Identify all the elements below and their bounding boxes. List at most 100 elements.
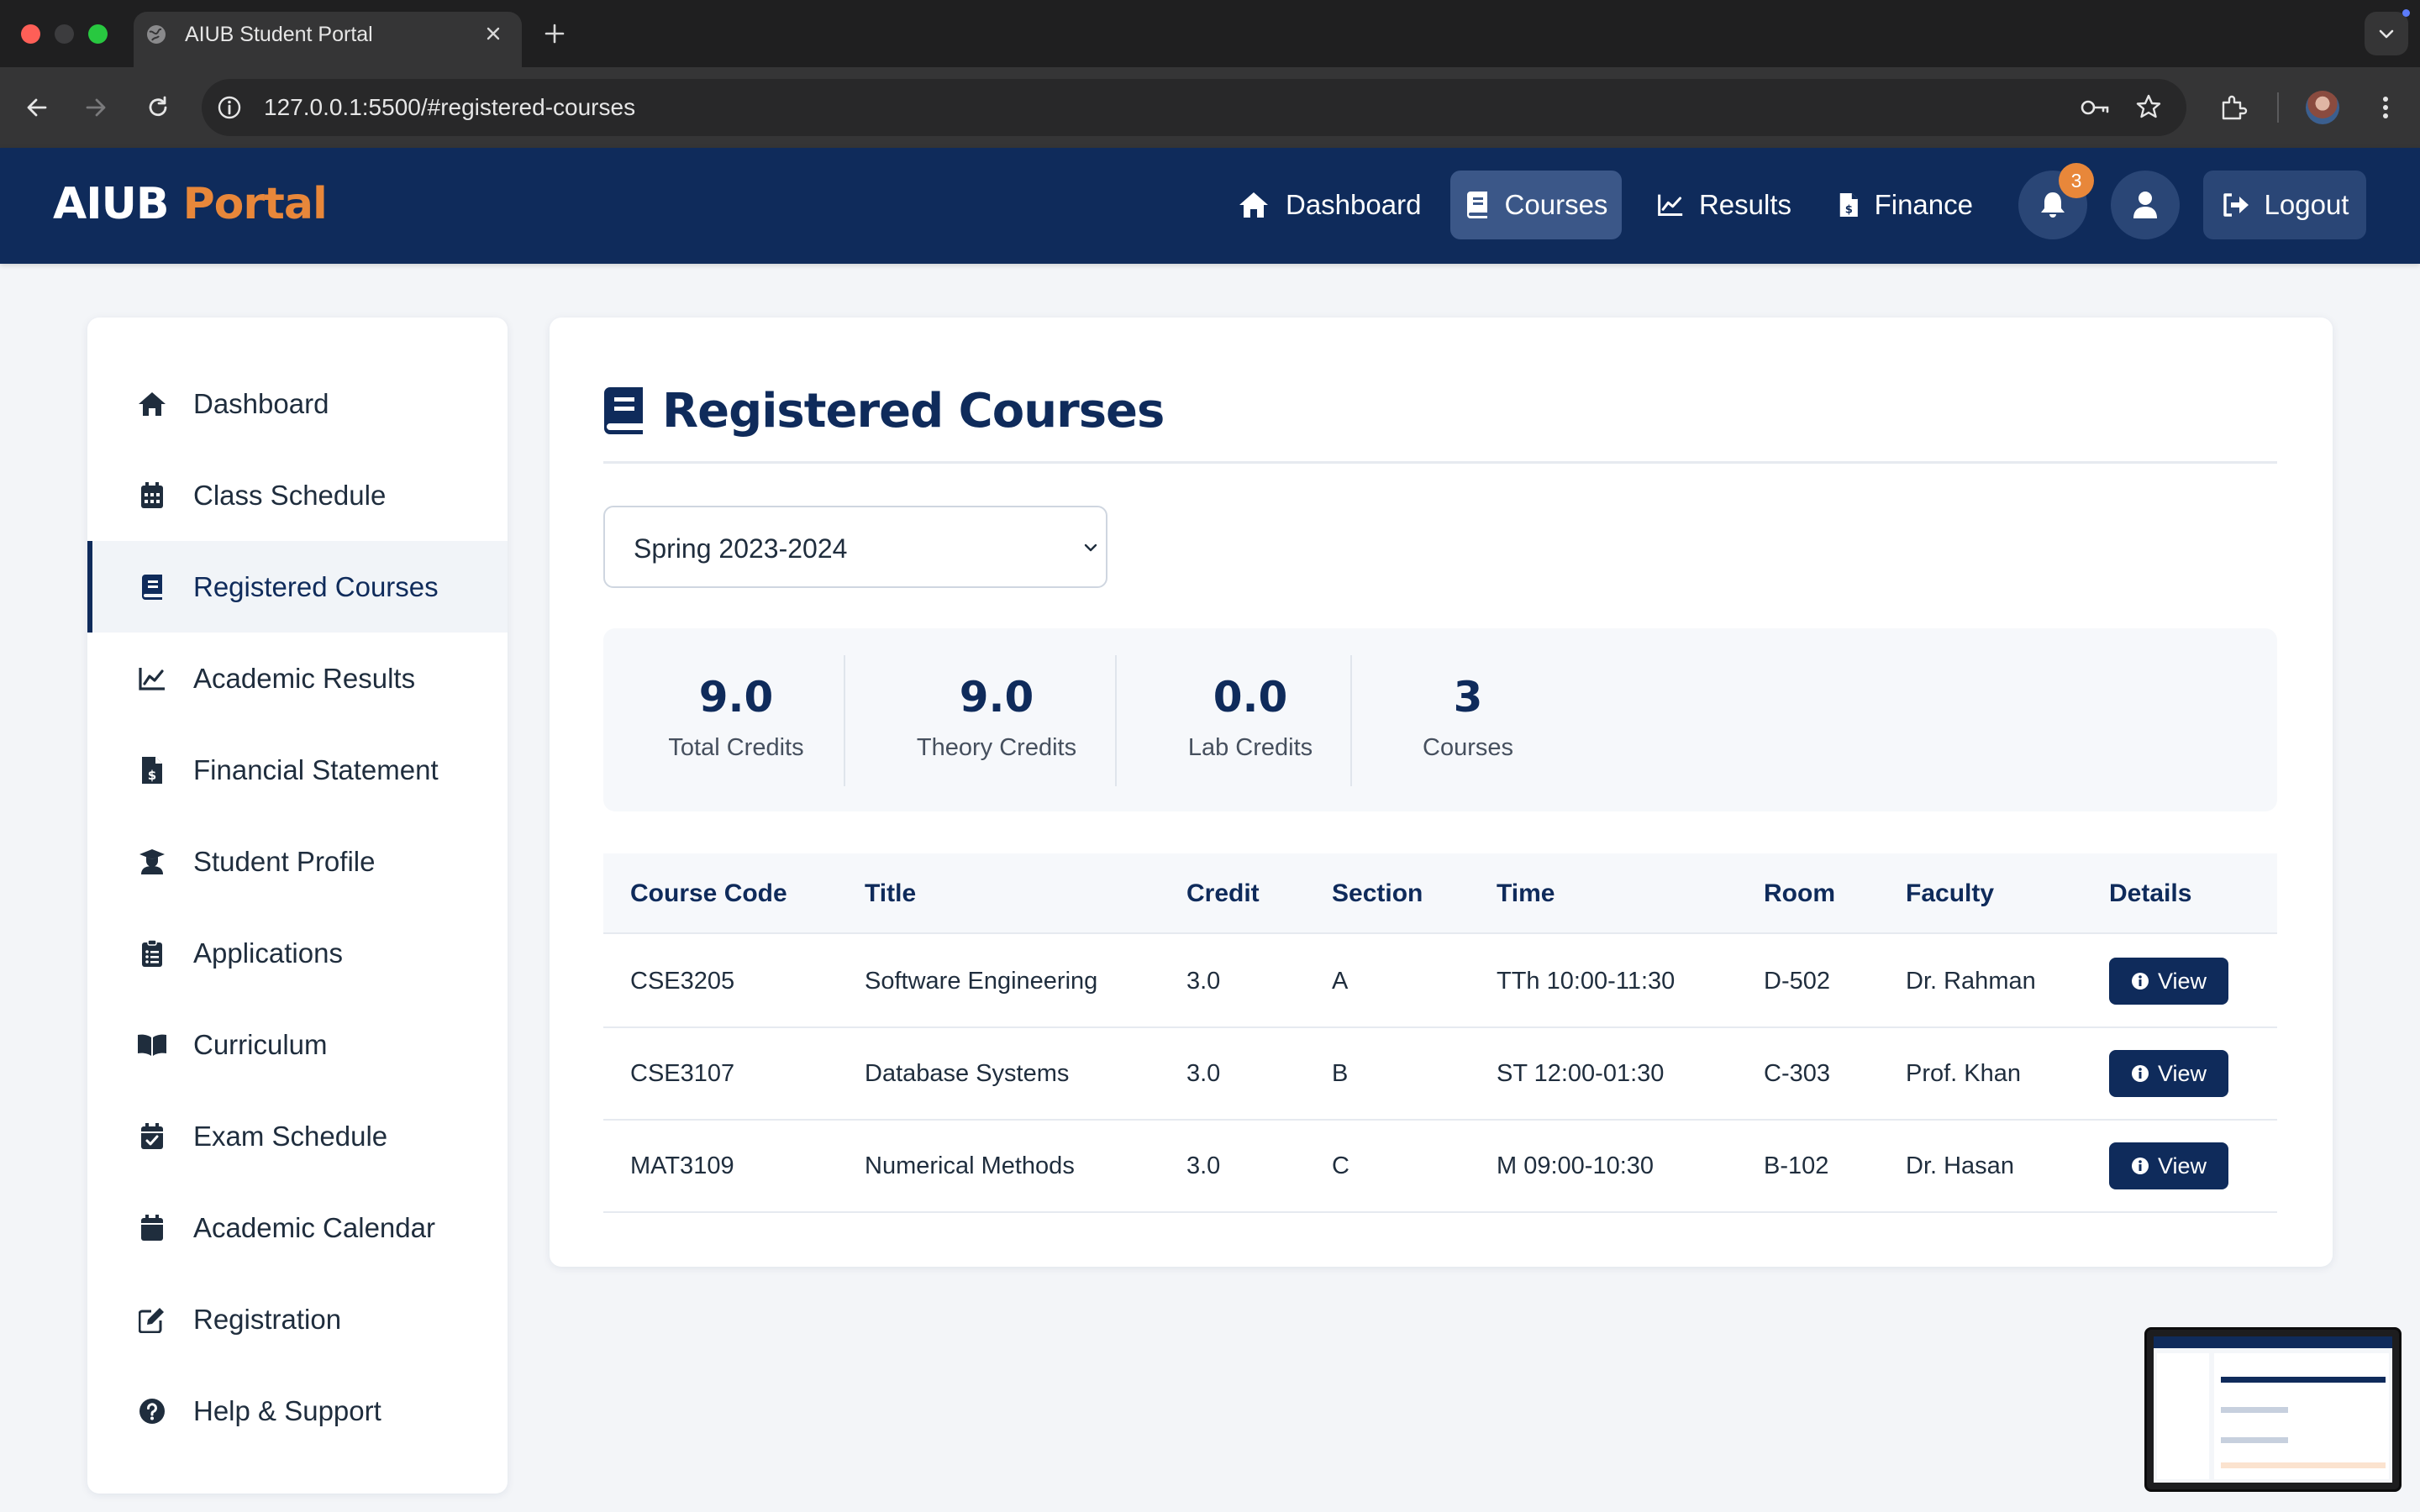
cell-section: A — [1332, 968, 1349, 995]
calendar-icon — [136, 1212, 168, 1244]
semester-selected-value: Spring 2023-2024 — [634, 533, 848, 564]
sidebar-item-registered-courses[interactable]: Registered Courses — [87, 541, 508, 633]
screenshot-preview-thumbnail[interactable] — [2144, 1327, 2402, 1492]
sidebar-item-academic-calendar[interactable]: Academic Calendar — [87, 1182, 508, 1273]
nav-dashboard[interactable]: Dashboard — [1237, 171, 1427, 239]
cell-time: M 09:00-10:30 — [1497, 1152, 1655, 1179]
window-zoom-button[interactable] — [88, 24, 108, 44]
sidebar-item-class-schedule[interactable]: Class Schedule — [87, 449, 508, 541]
tab-search-button[interactable] — [2365, 12, 2408, 55]
cell-time: ST 12:00-01:30 — [1497, 1060, 1665, 1087]
column-header-faculty: Faculty — [1906, 879, 1995, 907]
brand-logo[interactable]: AIUB Portal — [53, 176, 328, 232]
nav-label: Courses — [1504, 189, 1608, 220]
cell-section: C — [1332, 1152, 1349, 1179]
sidebar-item-label: Registered Courses — [193, 571, 439, 602]
sidebar-item-label: Academic Calendar — [193, 1212, 435, 1243]
brand-name: AIUB — [53, 179, 169, 229]
sidebar-item-label: Dashboard — [193, 388, 329, 419]
sidebar-item-label: Student Profile — [193, 846, 376, 877]
sidebar-item-exam-schedule[interactable]: Exam Schedule — [87, 1090, 508, 1182]
cell-time: TTh 10:00-11:30 — [1497, 968, 1676, 995]
cell-section: B — [1332, 1060, 1349, 1087]
back-arrow-icon[interactable] — [24, 94, 50, 121]
sidebar-item-help-support[interactable]: Help & Support — [87, 1365, 508, 1457]
svg-text:$: $ — [1845, 204, 1853, 217]
view-details-button[interactable]: View — [2109, 958, 2228, 1005]
sidebar-item-label: Registration — [193, 1304, 342, 1335]
question-circle-icon — [136, 1395, 168, 1427]
page-header: Registered Courses — [602, 383, 1165, 438]
cell-faculty: Dr. Rahman — [1906, 968, 2036, 995]
view-details-button[interactable]: View — [2109, 1050, 2228, 1097]
view-label: View — [2157, 968, 2207, 994]
browser-profile-avatar[interactable] — [2306, 91, 2339, 124]
nav-finance[interactable]: $ Finance — [1839, 171, 1973, 239]
thumbnail-header — [2154, 1336, 2392, 1348]
profile-button[interactable] — [2111, 171, 2180, 239]
bookmark-star-icon[interactable] — [2134, 92, 2163, 121]
stat-label: Total Credits — [668, 734, 804, 761]
table-row — [603, 1028, 2277, 1121]
sidebar-item-label: Applications — [193, 937, 343, 969]
sidebar-item-academic-results[interactable]: Academic Results — [87, 633, 508, 724]
sidebar-item-label: Help & Support — [193, 1395, 381, 1426]
stat-courses: 3 Courses — [1405, 674, 1531, 763]
column-header-room: Room — [1764, 879, 1835, 907]
thumbnail-title-bar — [2221, 1377, 2386, 1383]
sidebar-item-registration[interactable]: Registration — [87, 1273, 508, 1365]
chevron-down-icon — [1084, 543, 1097, 552]
book-icon — [1466, 192, 1487, 218]
logout-button[interactable]: Logout — [2203, 171, 2366, 239]
stat-theory-credits: 9.0 Theory Credits — [904, 674, 1089, 763]
notification-count-badge: 3 — [2059, 163, 2094, 198]
nav-results[interactable]: Results — [1657, 171, 1791, 239]
window-minimize-button[interactable] — [55, 24, 74, 44]
cell-title: Software Engineering — [865, 968, 1098, 995]
new-tab-icon[interactable] — [542, 21, 567, 46]
forward-arrow-icon[interactable] — [82, 94, 109, 121]
user-icon — [2133, 192, 2157, 218]
stat-divider — [1115, 655, 1117, 786]
table-row — [603, 1121, 2277, 1213]
sidebar-item-student-profile[interactable]: Student Profile — [87, 816, 508, 907]
stat-lab-credits: 0.0 Lab Credits — [1175, 674, 1326, 763]
cell-room: C-303 — [1764, 1060, 1830, 1087]
logout-label: Logout — [2264, 189, 2349, 220]
url-text[interactable]: 127.0.0.1:5500/#registered-courses — [264, 93, 635, 122]
browser-menu-icon[interactable] — [2371, 92, 2400, 123]
extensions-puzzle-icon[interactable] — [2218, 92, 2249, 123]
home-icon — [136, 388, 168, 420]
calendar-grid-icon — [136, 480, 168, 512]
page-title: Registered Courses — [662, 383, 1165, 438]
tab-close-icon[interactable] — [482, 23, 504, 45]
invoice-dollar-icon: $ — [136, 754, 168, 786]
stat-value: 3 — [1453, 673, 1483, 722]
title-divider — [603, 461, 2277, 464]
nav-courses[interactable]: Courses — [1450, 171, 1622, 239]
reload-icon[interactable] — [145, 94, 171, 121]
site-info-icon[interactable] — [215, 93, 244, 122]
password-key-icon[interactable] — [2079, 94, 2111, 121]
sidebar-item-financial-statement[interactable]: $ Financial Statement — [87, 724, 508, 816]
graduate-icon — [136, 846, 168, 878]
cell-title: Database Systems — [865, 1060, 1070, 1087]
view-details-button[interactable]: View — [2109, 1142, 2228, 1189]
cell-faculty: Prof. Khan — [1906, 1060, 2022, 1087]
window-close-button[interactable] — [21, 24, 40, 44]
thumbnail-line — [2221, 1462, 2386, 1468]
book-icon — [136, 571, 168, 603]
column-header-time: Time — [1497, 879, 1555, 907]
sidebar-item-dashboard[interactable]: Dashboard — [87, 358, 508, 449]
sidebar-item-curriculum[interactable]: Curriculum — [87, 999, 508, 1090]
semester-select[interactable]: Spring 2023-2024 — [603, 506, 1107, 588]
toolbar-divider — [2277, 92, 2279, 123]
stat-divider — [844, 655, 845, 786]
cell-course-code: CSE3205 — [630, 968, 735, 995]
sidebar-item-applications[interactable]: Applications — [87, 907, 508, 999]
cell-credit: 3.0 — [1186, 1060, 1221, 1087]
cell-title: Numerical Methods — [865, 1152, 1075, 1179]
column-header-title: Title — [865, 879, 917, 907]
thumbnail-line — [2221, 1407, 2288, 1413]
brand-accent: Portal — [182, 179, 328, 229]
